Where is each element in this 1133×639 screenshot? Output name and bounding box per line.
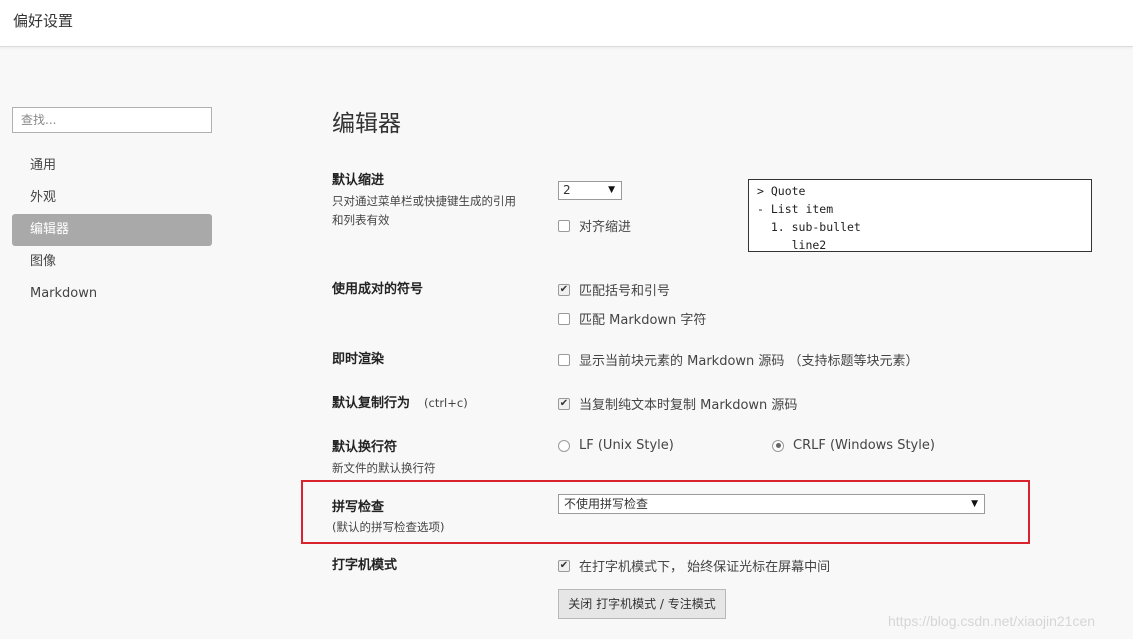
linebreak-description: 新文件的默认换行符 [332, 461, 436, 475]
match-markdown-checkbox[interactable] [558, 312, 570, 325]
typewriter-option[interactable]: ✔ 在打字机模式下， 始终保证光标在屏幕中间 [558, 556, 830, 575]
sidebar-item-appearance[interactable]: 外观 [12, 182, 212, 214]
indent-preview: > Quote - List item 1. sub-bullet line2 [748, 179, 1092, 252]
radio-dot [775, 443, 781, 448]
title-bar: 偏好设置 [0, 0, 1133, 47]
indent-select[interactable]: 2 ▼ [558, 181, 622, 200]
sidebar-item-markdown[interactable]: Markdown [12, 278, 212, 310]
spellcheck-label: 拼写检查 [332, 500, 385, 515]
match-brackets-checkbox[interactable]: ✔ [558, 283, 570, 296]
dropdown-arrow-icon: ▼ [608, 185, 615, 195]
spellcheck-select[interactable]: 不使用拼写检查 ▼ [558, 494, 985, 514]
copy-label: 默认复制行为 (ctrl+c) [332, 392, 468, 411]
page-title: 编辑器 [332, 111, 401, 137]
match-brackets-option[interactable]: ✔ 匹配括号和引号 [558, 280, 670, 299]
indent-description-line2: 和列表有效 [332, 213, 390, 227]
sidebar-nav: 通用 外观 编辑器 图像 Markdown [12, 150, 212, 310]
align-indent-checkbox[interactable] [558, 219, 570, 232]
sidebar-item-general[interactable]: 通用 [12, 150, 212, 182]
crlf-radio[interactable] [772, 439, 784, 452]
copy-markdown-option[interactable]: ✔ 当复制纯文本时复制 Markdown 源码 [558, 394, 797, 413]
crlf-radio-label: CRLF (Windows Style) [793, 438, 935, 453]
lf-radio-label: LF (Unix Style) [579, 438, 674, 453]
indent-description: 只对通过菜单栏或快捷键生成的引用 和列表有效 [332, 192, 516, 230]
typewriter-option-label: 在打字机模式下， 始终保证光标在屏幕中间 [579, 560, 831, 575]
spellcheck-select-value: 不使用拼写检查 [564, 497, 649, 511]
sidebar-item-editor[interactable]: 编辑器 [12, 214, 212, 246]
pairs-label: 使用成对的符号 [332, 282, 424, 297]
lf-radio-option[interactable]: LF (Unix Style) [558, 438, 674, 453]
indent-description-line1: 只对通过菜单栏或快捷键生成的引用 [332, 194, 516, 208]
close-typewriter-button[interactable]: 关闭 打字机模式 / 专注模式 [558, 589, 726, 619]
copy-markdown-checkbox[interactable]: ✔ [558, 397, 570, 410]
copy-markdown-label: 当复制纯文本时复制 Markdown 源码 [579, 398, 798, 413]
align-indent-label: 对齐缩进 [579, 220, 632, 235]
match-markdown-label: 匹配 Markdown 字符 [579, 313, 707, 328]
align-indent-option[interactable]: 对齐缩进 [558, 216, 631, 235]
sidebar-item-image[interactable]: 图像 [12, 246, 212, 278]
search-input[interactable] [12, 107, 212, 133]
show-source-option[interactable]: 显示当前块元素的 Markdown 源码 （支持标题等块元素） [558, 350, 919, 369]
crlf-radio-option[interactable]: CRLF (Windows Style) [772, 438, 935, 453]
match-brackets-label: 匹配括号和引号 [579, 284, 671, 299]
window-title: 偏好设置 [13, 12, 74, 30]
copy-label-text: 默认复制行为 [332, 396, 411, 411]
show-source-checkbox[interactable] [558, 353, 570, 366]
indent-select-value: 2 [563, 183, 571, 197]
typewriter-label: 打字机模式 [332, 558, 398, 573]
watermark: https://blog.csdn.net/xiaojin21cen [888, 613, 1096, 629]
spellcheck-description: (默认的拼写检查选项) [332, 520, 445, 534]
copy-shortcut: (ctrl+c) [424, 396, 468, 410]
typewriter-checkbox[interactable]: ✔ [558, 559, 570, 572]
indent-label: 默认缩进 [332, 173, 385, 188]
show-source-label: 显示当前块元素的 Markdown 源码 （支持标题等块元素） [579, 354, 919, 369]
render-label: 即时渲染 [332, 352, 385, 367]
dropdown-arrow-icon: ▼ [971, 499, 978, 509]
lf-radio[interactable] [558, 439, 570, 452]
match-markdown-option[interactable]: 匹配 Markdown 字符 [558, 309, 706, 328]
linebreak-label: 默认换行符 [332, 440, 398, 455]
